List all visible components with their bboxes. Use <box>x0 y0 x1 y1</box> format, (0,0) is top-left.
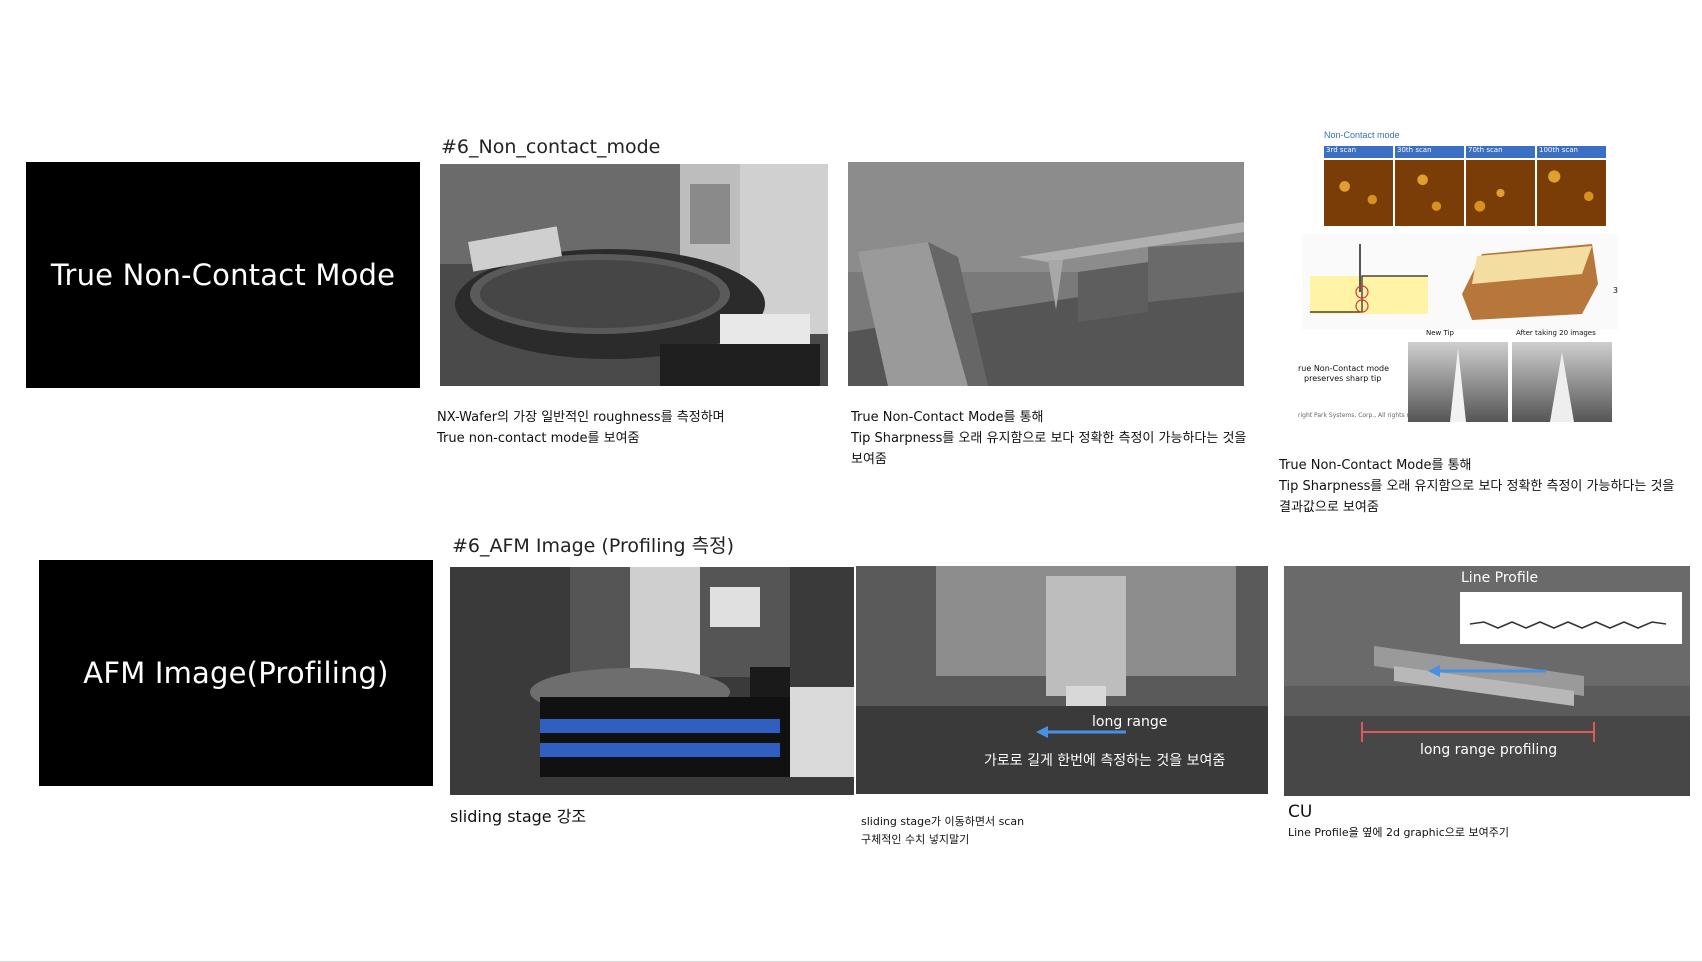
caption-row1-2: True Non-Contact Mode를 통해 Tip Sharpness를… <box>851 407 1246 470</box>
tip-sharpness-figure: Non-Contact mode 3rd scan 30th scan 70th… <box>1298 124 1618 424</box>
afm-image-profiling-card: AFM Image(Profiling) <box>39 560 433 786</box>
caption-line: sliding stage가 이동하면서 scan <box>861 815 1025 828</box>
caption-line: 결과값으로 보여줌 <box>1279 500 1379 515</box>
caption-line: Tip Sharpness를 오래 유지함으로 보다 정확한 측정이 가능하다는… <box>1279 479 1675 494</box>
after-tip-image <box>1512 342 1612 422</box>
wafer-machine-render <box>440 164 828 386</box>
note-line2: preserves sharp tip <box>1304 374 1382 383</box>
caption-line: 구체적인 수치 넣지말기 <box>861 833 970 846</box>
scan-image-4 <box>1537 160 1606 226</box>
overlay-line-profile: Line Profile <box>1461 570 1539 586</box>
caption-line: NX-Wafer의 가장 일반적인 roughness를 측정하며 <box>437 410 725 425</box>
axis-label: 3 <box>1612 286 1618 295</box>
figure-header: Non-Contact mode <box>1324 130 1400 140</box>
true-non-contact-mode-card: True Non-Contact Mode <box>26 162 420 388</box>
card-title: AFM Image(Profiling) <box>83 656 389 690</box>
scan-label-1: 3rd scan <box>1324 146 1393 158</box>
caption-row1-3: True Non-Contact Mode를 통해 Tip Sharpness를… <box>1279 455 1674 518</box>
note-line1: rue Non-Contact mode <box>1298 364 1390 373</box>
step-diagram: 3 <box>1302 234 1618 330</box>
scan-label-3: 70th scan <box>1466 146 1535 158</box>
card-title: True Non-Contact Mode <box>50 258 396 292</box>
overlay-long-range-profiling: long range profiling <box>1420 742 1558 758</box>
scan-label-2: 30th scan <box>1395 146 1464 158</box>
new-tip-label: New Tip <box>1426 329 1454 337</box>
caption-line: True Non-Contact Mode를 통해 <box>851 410 1044 425</box>
caption-line: True Non-Contact Mode를 통해 <box>1279 458 1472 473</box>
tip-render <box>848 162 1244 386</box>
caption-row2-2: sliding stage가 이동하면서 scan 구체적인 수치 넣지말기 <box>861 813 1024 849</box>
section-title-afm: #6_AFM Image (Profiling 측정) <box>452 535 735 557</box>
caption-row2-3-title: CU <box>1288 802 1313 822</box>
new-tip-image <box>1408 342 1508 422</box>
after-label: After taking 20 images <box>1516 329 1596 337</box>
scan-image-1 <box>1324 160 1393 226</box>
section-title-non-contact: #6_Non_contact_mode <box>441 136 661 158</box>
caption-row2-3: Line Profile을 옆에 2d graphic으로 보여주기 <box>1288 826 1509 839</box>
overlay-long-range: long range <box>1092 714 1168 730</box>
scan-image-2 <box>1395 160 1464 226</box>
copyright-note: right Park Systems, Corp., All rights r <box>1298 412 1409 419</box>
scan-label-4: 100th scan <box>1537 146 1606 158</box>
line-profile-render: Line Profile long range profiling <box>1284 566 1690 796</box>
caption-row1-1: NX-Wafer의 가장 일반적인 roughness를 측정하며 True n… <box>437 407 725 449</box>
scan-image-3 <box>1466 160 1535 226</box>
caption-line: 보여줌 <box>851 452 887 467</box>
caption-line: Tip Sharpness를 오래 유지함으로 보다 정확한 측정이 가능하다는… <box>851 431 1247 446</box>
overlay-horizontal-note: 가로로 길게 한번에 측정하는 것을 보여줌 <box>984 753 1226 769</box>
caption-row2-1: sliding stage 강조 <box>450 807 587 826</box>
sliding-stage-render <box>450 567 854 795</box>
long-range-scan-render: long range 가로로 길게 한번에 측정하는 것을 보여줌 <box>856 566 1268 794</box>
caption-line: True non-contact mode를 보여줌 <box>437 431 640 446</box>
